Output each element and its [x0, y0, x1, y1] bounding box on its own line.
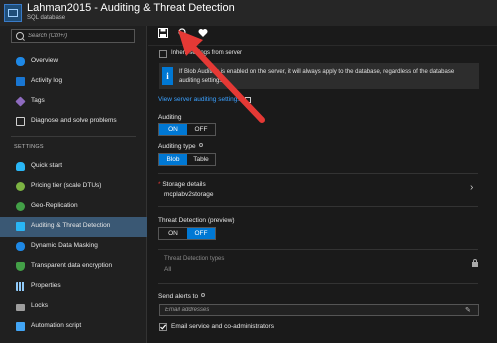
- info-icon: i: [162, 67, 173, 85]
- sidebar-item-auditing[interactable]: Auditing & Threat Detection: [0, 217, 147, 237]
- toolbar-divider: [148, 45, 497, 46]
- send-alerts-label: Send alerts to: [158, 293, 199, 300]
- inherit-settings-checkbox[interactable]: [159, 50, 167, 58]
- sidebar-item-label: Properties: [31, 282, 61, 289]
- auditing-type-label: Auditing type: [158, 143, 196, 150]
- lock-icon: [472, 259, 478, 267]
- sidebar-item-label: Overview: [31, 57, 59, 64]
- sidebar-item-label: Pricing tier (scale DTUs): [31, 182, 102, 189]
- sidebar-item-encryption[interactable]: Transparent data encryption: [0, 257, 147, 277]
- sidebar-item-quick-start[interactable]: Quick start: [0, 157, 147, 177]
- search-icon[interactable]: [176, 28, 190, 40]
- sidebar-section-settings: SETTINGS: [14, 144, 44, 150]
- sidebar-item-label: Auditing & Threat Detection: [31, 222, 111, 229]
- sidebar-item-label: Transparent data encryption: [31, 262, 113, 269]
- sidebar-item-data-masking[interactable]: Dynamic Data Masking: [0, 237, 147, 257]
- sidebar: Overview Activity log Tags Diagnose and …: [0, 26, 147, 343]
- save-icon[interactable]: [156, 28, 170, 40]
- sidebar-item-label: Dynamic Data Masking: [31, 242, 98, 249]
- threat-types-label: Threat Detection types: [164, 256, 225, 262]
- auditing-on-option[interactable]: ON: [159, 124, 187, 135]
- email-addresses-input[interactable]: [165, 305, 455, 315]
- shield-icon: [16, 262, 25, 271]
- sidebar-item-label: Locks: [31, 302, 48, 309]
- search-icon: [16, 32, 24, 40]
- sidebar-item-properties[interactable]: Properties: [0, 277, 147, 297]
- external-link-icon[interactable]: [245, 97, 251, 103]
- page-title: Lahman2015 - Auditing & Threat Detection: [27, 2, 235, 14]
- email-admins-label: Email service and co-administrators: [171, 323, 274, 330]
- sidebar-item-diagnose[interactable]: Diagnose and solve problems: [0, 112, 147, 132]
- search-input[interactable]: [28, 31, 132, 41]
- threat-detection-on-option[interactable]: ON: [159, 228, 187, 239]
- database-icon: [16, 57, 25, 66]
- threat-types-value: All: [164, 266, 172, 273]
- page-subtitle: SQL database: [27, 15, 66, 21]
- sql-database-icon: [4, 4, 22, 22]
- wrench-icon: [16, 117, 25, 126]
- divider: [158, 206, 478, 207]
- tag-icon: [15, 96, 26, 107]
- sidebar-item-label: Diagnose and solve problems: [31, 117, 117, 124]
- storage-details-label: * Storage details: [158, 181, 206, 188]
- auditing-icon: [16, 222, 25, 231]
- sidebar-search[interactable]: [11, 29, 135, 43]
- edit-icon: ✎: [465, 307, 471, 314]
- pricing-icon: [16, 182, 25, 191]
- activity-log-icon: [16, 77, 25, 86]
- storage-details-value[interactable]: mcplabv2storage: [164, 191, 214, 198]
- email-admins-checkbox[interactable]: [159, 323, 167, 331]
- divider: [158, 249, 478, 250]
- info-text: If Blob Auditing is enabled on the serve…: [179, 69, 455, 84]
- sidebar-item-automation-script[interactable]: Automation script: [0, 317, 147, 337]
- threat-detection-label: Threat Detection (preview): [158, 217, 235, 224]
- properties-icon: [16, 282, 25, 291]
- sidebar-item-label: Geo-Replication: [31, 202, 78, 209]
- inherit-settings-label: Inherit settings from server: [171, 50, 243, 56]
- auditing-off-option[interactable]: OFF: [187, 124, 215, 135]
- threat-detection-off-option[interactable]: OFF: [187, 228, 215, 239]
- sidebar-item-label: Tags: [31, 97, 45, 104]
- masking-icon: [16, 242, 25, 251]
- sidebar-item-overview[interactable]: Overview: [0, 52, 147, 72]
- threat-detection-toggle[interactable]: ON OFF: [158, 227, 216, 240]
- sidebar-item-geo-replication[interactable]: Geo-Replication: [0, 197, 147, 217]
- sidebar-item-label: Automation script: [31, 322, 82, 329]
- script-icon: [16, 322, 25, 331]
- info-banner: i If Blob Auditing is enabled on the ser…: [159, 63, 479, 89]
- auditing-toggle[interactable]: ON OFF: [158, 123, 216, 136]
- sidebar-item-tags[interactable]: Tags: [0, 92, 147, 112]
- auditing-label: Auditing: [158, 114, 182, 121]
- chevron-right-icon[interactable]: ›: [470, 182, 473, 193]
- blade-header: Lahman2015 - Auditing & Threat Detection…: [0, 0, 497, 26]
- sidebar-divider: [11, 136, 136, 137]
- sidebar-item-label: Activity log: [31, 77, 63, 84]
- auditing-type-blob[interactable]: Blob: [159, 154, 187, 165]
- email-addresses-field[interactable]: ✎: [159, 304, 479, 316]
- sidebar-item-pricing-tier[interactable]: Pricing tier (scale DTUs): [0, 177, 147, 197]
- info-tooltip-icon[interactable]: [199, 143, 203, 147]
- cloud-icon: [16, 162, 25, 171]
- storage-details-text: Storage details: [162, 181, 206, 188]
- auditing-type-toggle[interactable]: Blob Table: [158, 153, 216, 166]
- auditing-type-table[interactable]: Table: [187, 154, 215, 165]
- divider: [158, 283, 478, 284]
- info-tooltip-icon[interactable]: [201, 293, 205, 297]
- view-server-auditing-link[interactable]: View server auditing settings: [158, 96, 241, 103]
- heart-icon[interactable]: [196, 28, 210, 40]
- sidebar-item-label: Quick start: [31, 162, 63, 169]
- divider: [158, 173, 478, 174]
- sidebar-item-activity-log[interactable]: Activity log: [0, 72, 147, 92]
- sidebar-item-locks[interactable]: Locks: [0, 297, 147, 317]
- lock-icon: [16, 304, 25, 311]
- main-content: Inherit settings from server i If Blob A…: [148, 26, 497, 343]
- globe-icon: [16, 202, 25, 211]
